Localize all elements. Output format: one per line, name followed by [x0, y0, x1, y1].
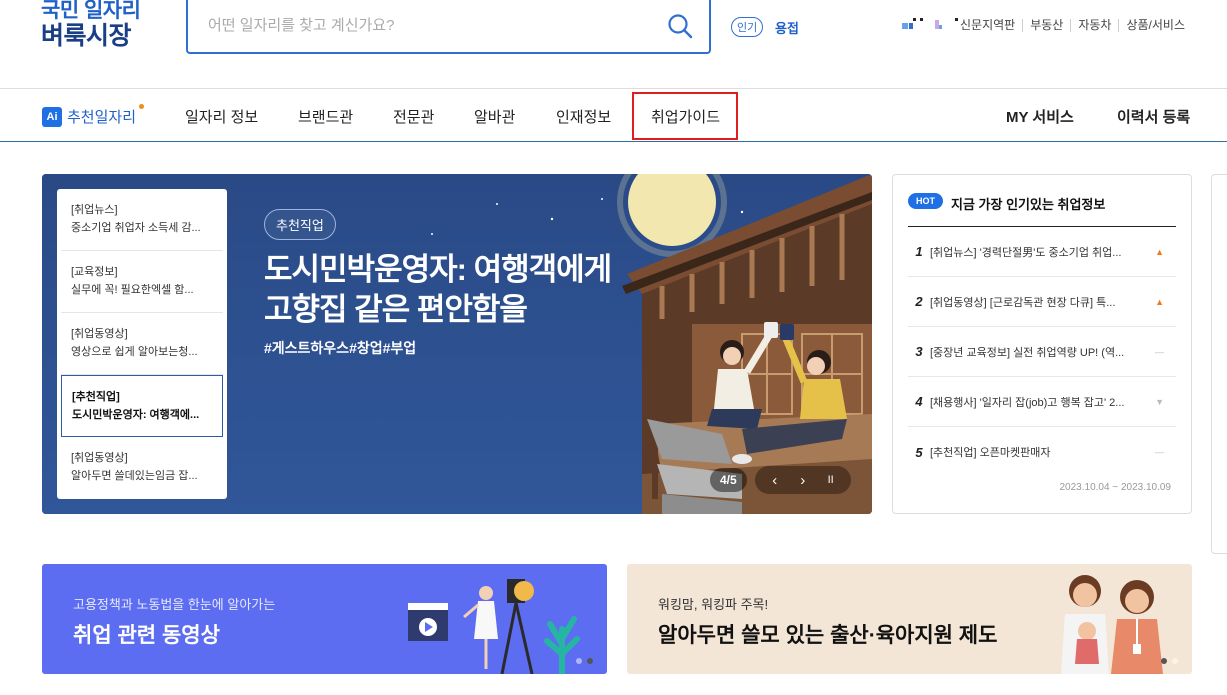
side-item-category: [취업동영상]	[71, 328, 128, 340]
nav-job-info[interactable]: 일자리 정보	[185, 106, 258, 127]
popular-keyword-link[interactable]: 용접	[775, 18, 799, 37]
side-item-category: [추천직업]	[72, 391, 120, 403]
nav-ai-label: 추천일자리	[67, 109, 137, 126]
hot-info-panel: HOT 지금 가장 인기있는 취업정보 1 [취업뉴스] '경력단절男'도 중소…	[892, 174, 1192, 514]
popular-badge: 인기	[731, 17, 764, 37]
trend-up-icon: ▲	[1155, 246, 1164, 257]
rank-number: 3	[915, 344, 923, 359]
hot-info-row[interactable]: 2 [취업동영상] [근로감독관 현장 다큐] 특... ▲	[908, 277, 1176, 327]
side-list-item[interactable]: [취업뉴스] 중소기업 취업자 소득세 감...	[61, 189, 223, 251]
hot-info-text: [추천직업] 오픈마켓판매자	[930, 447, 1051, 459]
banner-title: 도시민박운영자: 여행객에게 고향집 같은 편안함을	[264, 250, 612, 330]
pause-icon[interactable]: II	[817, 474, 845, 486]
main-banner[interactable]: [취업뉴스] 중소기업 취업자 소득세 감... [교육정보] 실무에 꼭! 필…	[42, 174, 872, 514]
side-item-title: 알아두면 쓸데있는임금 잡...	[71, 470, 198, 482]
side-item-category: [교육정보]	[71, 266, 118, 278]
nav-brand[interactable]: 브랜드관	[298, 106, 353, 127]
nav-ai-recommend[interactable]: Ai 추천일자리	[42, 104, 145, 127]
banner-tag: 추천직업	[264, 209, 336, 240]
side-item-category: [취업동영상]	[71, 452, 128, 464]
side-item-title: 영상으로 쉽게 알아보는청...	[71, 346, 198, 358]
hot-info-row[interactable]: 1 [취업뉴스] '경력단절男'도 중소기업 취업... ▲	[908, 227, 1176, 277]
video-banner[interactable]: 고용정책과 노동법을 한눈에 알아가는 취업 관련 동영상	[42, 564, 607, 674]
nav-talent[interactable]: 인재정보	[556, 106, 611, 127]
search-box	[186, 0, 711, 54]
banner-side-list: [취업뉴스] 중소기업 취업자 소득세 감... [교육정보] 실무에 꼭! 필…	[57, 189, 227, 499]
banner-pager: 4/5 ‹ › II	[710, 466, 851, 494]
hot-info-text: [중장년 교육정보] 실전 취업역량 UP! (역...	[930, 346, 1125, 359]
top-link-car[interactable]: 자동차	[1070, 19, 1118, 32]
banner-title-line2: 고향집 같은 편안함을	[264, 292, 528, 327]
hot-info-list: 1 [취업뉴스] '경력단절男'도 중소기업 취업... ▲ 2 [취업동영상]…	[908, 227, 1176, 477]
hot-info-row[interactable]: 5 [추천직업] 오픈마켓판매자 —	[908, 427, 1176, 477]
trend-up-icon: ▲	[1155, 296, 1164, 307]
nav-parttime[interactable]: 알바관	[474, 106, 515, 127]
nav-career-guide[interactable]: 취업가이드	[651, 106, 720, 127]
right-edge-panel	[1211, 174, 1227, 554]
search-icon[interactable]	[667, 13, 693, 39]
prev-icon[interactable]: ‹	[761, 472, 789, 489]
hot-info-text: [취업뉴스] '경력단절男'도 중소기업 취업...	[930, 246, 1122, 259]
nav-resume-register[interactable]: 이력서 등록	[1117, 106, 1190, 127]
side-item-title: 중소기업 취업자 소득세 감...	[71, 222, 201, 234]
video-banner-title: 취업 관련 동영상	[73, 624, 220, 647]
maternity-banner[interactable]: 워킹맘, 워킹파 주목! 알아두면 쓸모 있는 출산·육아지원 제도	[627, 564, 1192, 674]
nav-specialty[interactable]: 전문관	[393, 106, 434, 127]
pager-controls: ‹ › II	[754, 466, 851, 494]
hot-info-title: 지금 가장 인기있는 취업정보	[951, 197, 1106, 212]
side-item-title: 도시민박운영자: 여행객에...	[72, 409, 200, 421]
nav-ai-label-wrap: 추천일자리	[67, 104, 145, 127]
side-list-item[interactable]: [교육정보] 실무에 꼭! 필요한엑셀 함...	[61, 251, 223, 313]
maternity-banner-subtitle: 워킹맘, 워킹파 주목!	[658, 597, 769, 612]
side-item-title: 실무에 꼭! 필요한엑셀 함...	[71, 284, 194, 296]
rank-number: 5	[915, 444, 923, 460]
maternity-banner-dots	[1161, 658, 1178, 664]
hot-info-row[interactable]: 3 [중장년 교육정보] 실전 취업역량 UP! (역... —	[908, 327, 1176, 377]
side-list-item-active[interactable]: [추천직업] 도시민박운영자: 여행객에...	[61, 375, 223, 437]
logo-line2: 벼룩시장	[41, 22, 132, 50]
search-input[interactable]	[188, 0, 648, 50]
trend-same-icon: —	[1155, 447, 1164, 457]
hot-info-date-range: 2023.10.04 ~ 2023.10.09	[1059, 482, 1172, 493]
nav-my-service[interactable]: MY 서비스	[1006, 106, 1074, 127]
hot-info-header: HOT 지금 가장 인기있는 취업정보	[908, 193, 1176, 227]
hot-info-text: [취업동영상] [근로감독관 현장 다큐] 특...	[930, 296, 1116, 309]
main-nav: Ai 추천일자리 일자리 정보 브랜드관 전문관 알바관 인재정보 취업가이드 …	[0, 88, 1227, 142]
rank-number: 4	[915, 394, 923, 409]
side-list-item[interactable]: [취업동영상] 알아두면 쓸데있는임금 잡...	[61, 437, 223, 499]
next-icon[interactable]: ›	[789, 472, 817, 489]
rank-number: 2	[915, 294, 923, 309]
trend-same-icon: —	[1155, 346, 1164, 357]
hot-info-text: [채용행사] '일자리 잡(job)고 행복 잡고' 2...	[930, 396, 1125, 409]
top-link-realestate[interactable]: 부동산	[1022, 19, 1070, 32]
page-counter: 4/5	[710, 468, 747, 492]
rank-number: 1	[915, 244, 923, 259]
hot-badge: HOT	[908, 193, 943, 209]
top-link-goods[interactable]: 상품/서비스	[1118, 19, 1192, 32]
side-list-item[interactable]: [취업동영상] 영상으로 쉽게 알아보는청...	[61, 313, 223, 375]
top-link-newspaper[interactable]: 신문지역판	[953, 19, 1022, 32]
video-banner-dots	[576, 658, 593, 664]
top-links: 신문지역판 부동산 자동차 상품/서비스	[953, 19, 1192, 32]
ai-icon: Ai	[42, 106, 62, 127]
logo-line1: 국민 일자리	[41, 0, 141, 22]
trend-down-icon: ▼	[1155, 396, 1164, 407]
hot-info-row[interactable]: 4 [채용행사] '일자리 잡(job)고 행복 잡고' 2... ▼	[908, 377, 1176, 427]
banner-hashtags: #게스트하우스#창업#부업	[264, 340, 417, 356]
maternity-banner-title: 알아두면 쓸모 있는 출산·육아지원 제도	[658, 624, 998, 647]
video-banner-subtitle: 고용정책과 노동법을 한눈에 알아가는	[73, 597, 276, 612]
new-dot-icon	[139, 104, 145, 109]
site-logo[interactable]: 국민 일자리 벼룩시장	[41, 0, 141, 50]
banner-title-line1: 도시민박운영자: 여행객에게	[264, 252, 612, 287]
side-item-category: [취업뉴스]	[71, 204, 118, 216]
